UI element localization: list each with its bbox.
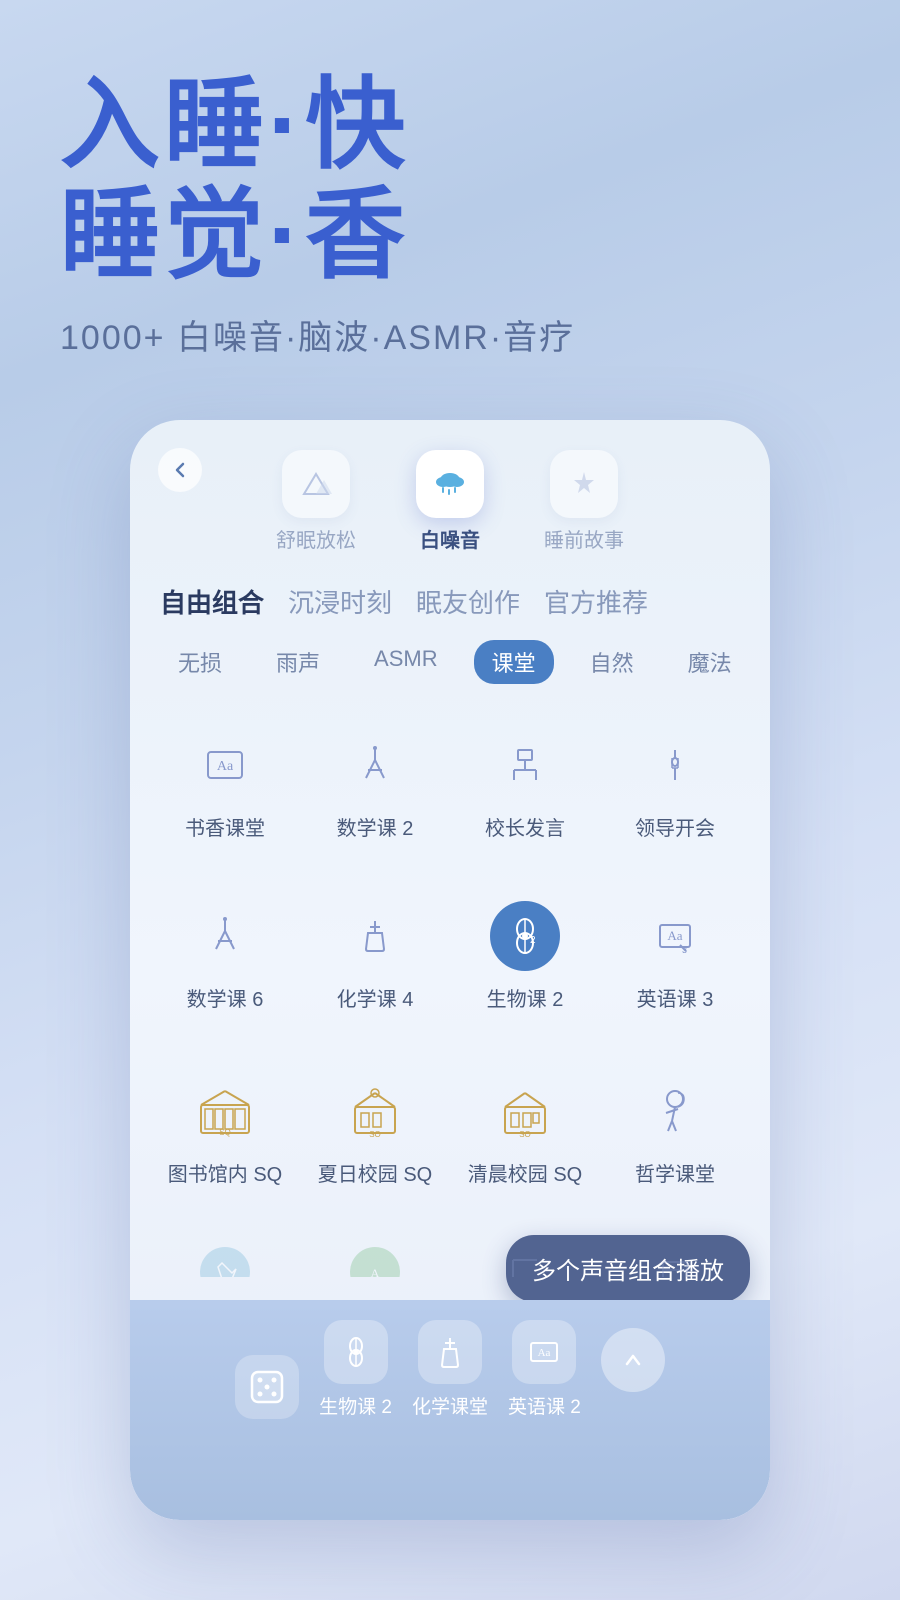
sound-bio-2[interactable]: 2 生物课 2: [450, 881, 600, 1032]
sound-bio-2-label: 生物课 2: [487, 983, 564, 1012]
sound-chem-4[interactable]: 化学课 4: [300, 881, 450, 1032]
chip-lossless[interactable]: 无损: [160, 640, 240, 684]
partial-item-3[interactable]: [450, 1217, 600, 1277]
sound-english-3-label: 英语课 3: [637, 983, 714, 1012]
svg-text:SQ: SQ: [219, 1128, 231, 1137]
sound-chips: 无损 雨声 ASMR 课堂 自然 魔法 脑波: [130, 630, 770, 700]
player-dice[interactable]: [235, 1355, 299, 1419]
player-english-2-label: 英语课 2: [508, 1392, 581, 1419]
sound-math-2[interactable]: 数学课 2: [300, 710, 450, 861]
cat-free-combo[interactable]: 自由组合: [160, 583, 264, 620]
hero-section: 入睡·快 睡觉·香 1000+ 白噪音·脑波·ASMR·音疗: [0, 0, 900, 429]
sound-leader-label: 领导开会: [635, 812, 715, 841]
sound-library-sq[interactable]: SQ 图书馆内 SQ: [150, 1056, 300, 1207]
sound-philosophy-label: 哲学课堂: [635, 1158, 715, 1187]
tab-white-noise[interactable]: 白噪音: [416, 450, 484, 553]
chip-brainwave[interactable]: 脑波: [768, 640, 770, 684]
partial-item-1[interactable]: [150, 1217, 300, 1277]
player-chem[interactable]: 化学课堂: [412, 1320, 488, 1419]
svg-text:Aa: Aa: [217, 759, 234, 774]
category-tabs-icons: 舒眠放松 白噪音: [130, 420, 770, 563]
sound-summer-sq-label: 夏日校园 SQ: [318, 1158, 432, 1187]
player-bio-2-label: 生物课 2: [319, 1392, 392, 1419]
sound-math-2-label: 数学课 2: [337, 812, 414, 841]
sound-book-class-label: 书香课堂: [185, 812, 265, 841]
sound-chem-4-label: 化学课 4: [337, 983, 414, 1012]
svg-text:Aa: Aa: [667, 928, 682, 943]
partial-row: A: [130, 1217, 770, 1277]
svg-text:SQ: SQ: [369, 1130, 381, 1137]
sound-morning-sq-label: 清晨校园 SQ: [468, 1158, 582, 1187]
category-tabs: 自由组合 沉浸时刻 眠友创作 官方推荐: [130, 563, 770, 630]
cat-official[interactable]: 官方推荐: [544, 583, 648, 620]
sound-principal-label: 校长发言: [485, 812, 565, 841]
sound-leader[interactable]: 领导开会: [600, 710, 750, 861]
partial-item-4[interactable]: [600, 1217, 750, 1277]
tab-sleep[interactable]: 舒眠放松: [276, 450, 356, 553]
chip-magic[interactable]: 魔法: [670, 640, 750, 684]
player-expand-button[interactable]: [601, 1328, 665, 1392]
hero-title: 入睡·快 睡觉·香: [60, 70, 840, 290]
chip-classroom[interactable]: 课堂: [474, 640, 554, 684]
svg-text:Aa: Aa: [538, 1347, 551, 1359]
hero-subtitle: 1000+ 白噪音·脑波·ASMR·音疗: [60, 310, 840, 359]
svg-text:3: 3: [682, 945, 687, 955]
tab-white-noise-label: 白噪音: [420, 524, 480, 553]
player-items: 生物课 2 化学课堂 Aa: [130, 1300, 770, 1429]
cat-immerse[interactable]: 沉浸时刻: [288, 583, 392, 620]
player-bio-2[interactable]: 生物课 2: [319, 1320, 392, 1419]
sound-book-class[interactable]: Aa 书香课堂: [150, 710, 300, 861]
cat-user-create[interactable]: 眠友创作: [416, 583, 520, 620]
tab-bedtime-label: 睡前故事: [544, 524, 624, 553]
svg-text:A: A: [371, 1266, 380, 1277]
sound-philosophy[interactable]: 哲学课堂: [600, 1056, 750, 1207]
svg-text:SQ: SQ: [519, 1130, 531, 1137]
tab-sleep-label: 舒眠放松: [276, 524, 356, 553]
chip-rain[interactable]: 雨声: [258, 640, 338, 684]
sound-english-3[interactable]: Aa 3 英语课 3: [600, 881, 750, 1032]
sound-library-sq-label: 图书馆内 SQ: [168, 1158, 282, 1187]
chip-nature[interactable]: 自然: [572, 640, 652, 684]
sound-morning-sq[interactable]: SQ 清晨校园 SQ: [450, 1056, 600, 1207]
sound-summer-sq[interactable]: SQ 夏日校园 SQ: [300, 1056, 450, 1207]
player-chem-label: 化学课堂: [412, 1392, 488, 1419]
sound-math-6[interactable]: 数学课 6: [150, 881, 300, 1032]
player-bar: 生物课 2 化学课堂 Aa: [130, 1300, 770, 1520]
phone-card: 舒眠放松 白噪音: [130, 420, 770, 1520]
chip-asmr[interactable]: ASMR: [356, 640, 456, 684]
sound-grid-row2: 数学课 6 化学课 4 2 生物课: [130, 871, 770, 1042]
sound-principal[interactable]: 校长发言: [450, 710, 600, 861]
sound-math-6-label: 数学课 6: [187, 983, 264, 1012]
back-button[interactable]: [158, 448, 202, 492]
sound-grid-row3: SQ 图书馆内 SQ SQ 夏日校园 SQ: [130, 1046, 770, 1217]
svg-text:2: 2: [530, 935, 536, 946]
partial-item-2[interactable]: A: [300, 1217, 450, 1277]
tab-bedtime[interactable]: 睡前故事: [544, 450, 624, 553]
sound-grid-row1: Aa 书香课堂 数学课 2: [130, 700, 770, 871]
player-english-2[interactable]: Aa 英语课 2: [508, 1320, 581, 1419]
